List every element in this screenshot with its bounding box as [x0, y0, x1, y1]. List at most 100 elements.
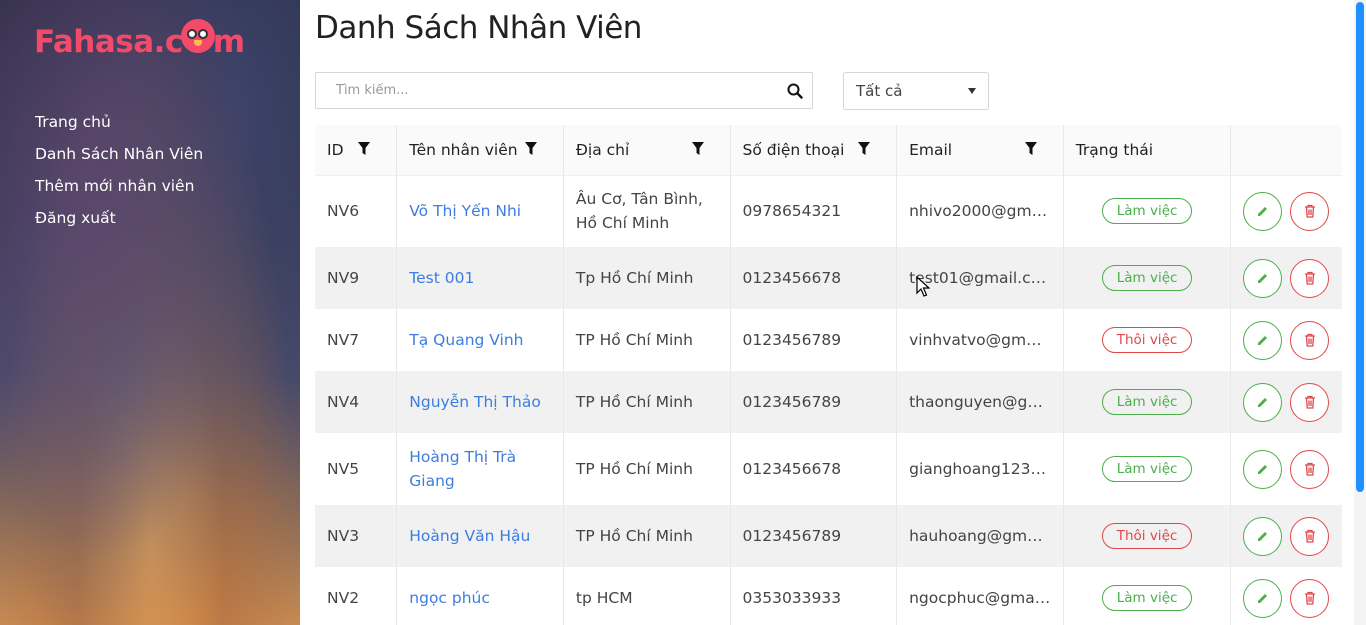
cell-id: NV6: [315, 175, 398, 247]
header-label: Tên nhân viên: [409, 140, 518, 159]
cell-email: vinhvatvo@gmail.com: [896, 309, 1064, 371]
header-name[interactable]: Tên nhân viên: [396, 125, 564, 176]
table-row: NV2 ngọc phúc tp HCM 0353033933 ngocphuc…: [315, 567, 1342, 625]
edit-button[interactable]: [1243, 258, 1283, 298]
header-phone[interactable]: Số điện thoại: [730, 125, 898, 176]
cell-id: NV7: [315, 309, 398, 371]
edit-button[interactable]: [1243, 382, 1283, 422]
cell-name: Hoàng Thị Trà Giang: [396, 433, 564, 505]
status-badge: Làm việc: [1101, 265, 1193, 291]
table-row: NV7 Tạ Quang Vinh TP Hồ Chí Minh 0123456…: [315, 309, 1342, 371]
filter-icon[interactable]: [358, 142, 371, 160]
nav-item-logout[interactable]: Đăng xuất: [35, 206, 203, 238]
cell-address: TP Hồ Chí Minh: [563, 433, 731, 505]
search-input[interactable]: [316, 73, 778, 108]
filter-icon[interactable]: [858, 142, 871, 160]
cell-name: Nguyễn Thị Thảo: [396, 371, 564, 433]
cell-actions: [1230, 505, 1342, 567]
table-row: NV6 Võ Thị Yến Nhi Âu Cơ, Tân Bình, Hồ C…: [315, 175, 1342, 247]
cell-actions: [1231, 175, 1342, 247]
status-badge: Thôi việc: [1101, 327, 1193, 353]
trash-icon: [1304, 333, 1315, 347]
status-badge: Làm việc: [1101, 389, 1193, 415]
filter-icon[interactable]: [691, 142, 704, 160]
edit-button[interactable]: [1243, 516, 1283, 556]
delete-button[interactable]: [1290, 516, 1330, 556]
cell-id: NV5: [315, 433, 398, 505]
employee-name-link[interactable]: Test 001: [409, 269, 474, 287]
cell-phone: 0123456789: [730, 505, 898, 567]
employee-name-link[interactable]: Nguyễn Thị Thảo: [409, 393, 541, 411]
edit-button[interactable]: [1243, 191, 1283, 231]
cell-address: tp HCM: [563, 567, 731, 625]
cell-phone: 0353033933: [730, 567, 898, 625]
page-title: Danh Sách Nhân Viên: [315, 10, 642, 46]
cell-status: Làm việc: [1063, 247, 1232, 309]
employee-name-link[interactable]: Hoàng Văn Hậu: [409, 527, 530, 545]
fahasa-logo[interactable]: Fahasa.c m: [34, 19, 245, 64]
cell-email: gianghoang123@gmail.com: [896, 433, 1064, 505]
cell-email: ngocphuc@gmail.com: [896, 567, 1064, 625]
status-badge: Làm việc: [1101, 456, 1193, 482]
cell-status: Thôi việc: [1063, 309, 1232, 371]
table-row: NV4 Nguyễn Thị Thảo TP Hồ Chí Minh 01234…: [315, 371, 1342, 433]
status-filter-value: Tất cả: [856, 82, 903, 100]
search-icon[interactable]: [778, 73, 812, 108]
nav-item-add-employee[interactable]: Thêm mới nhân viên: [35, 174, 203, 206]
delete-button[interactable]: [1290, 258, 1330, 298]
edit-button[interactable]: [1243, 578, 1283, 618]
cell-phone: 0123456789: [730, 309, 898, 371]
cell-email: thaonguyen@gmail.com: [896, 371, 1064, 433]
cell-address: TP Hồ Chí Minh: [563, 505, 731, 567]
header-label: Trạng thái: [1075, 140, 1154, 159]
cell-status: Làm việc: [1063, 371, 1232, 433]
cell-name: Tạ Quang Vinh: [396, 309, 564, 371]
header-label: Số điện thoại: [742, 140, 845, 159]
delete-button[interactable]: [1290, 191, 1330, 231]
cell-email: nhivo2000@gmail.com: [896, 175, 1064, 247]
trash-icon: [1304, 395, 1315, 409]
cell-id: NV3: [315, 505, 398, 567]
delete-button[interactable]: [1290, 320, 1330, 360]
caret-down-icon: [968, 88, 976, 94]
filter-icon[interactable]: [1024, 142, 1037, 160]
cell-id: NV2: [315, 567, 398, 625]
cell-status: Làm việc: [1063, 175, 1232, 247]
scrollbar-thumb[interactable]: [1356, 2, 1364, 492]
header-label: Địa chỉ: [575, 140, 630, 159]
page-scrollbar[interactable]: [1354, 0, 1366, 625]
cell-phone: 0123456789: [730, 371, 898, 433]
filter-icon[interactable]: [524, 142, 537, 160]
cell-actions: [1231, 567, 1342, 625]
employee-name-link[interactable]: Hoàng Thị Trà Giang: [409, 448, 516, 490]
employee-name-link[interactable]: ngọc phúc: [409, 589, 490, 607]
edit-button[interactable]: [1243, 320, 1283, 360]
header-status: Trạng thái: [1063, 125, 1232, 176]
pencil-icon: [1257, 336, 1267, 345]
employee-name-link[interactable]: Võ Thị Yến Nhi: [409, 202, 521, 220]
cell-name: Hoàng Văn Hậu: [396, 505, 564, 567]
status-badge: Thôi việc: [1101, 523, 1193, 549]
logo-text-pre: Fahasa.c: [34, 24, 183, 60]
trash-icon: [1304, 271, 1315, 285]
pencil-icon: [1257, 594, 1267, 603]
employee-name-link[interactable]: Tạ Quang Vinh: [409, 331, 523, 349]
edit-button[interactable]: [1243, 449, 1283, 489]
header-actions: [1230, 125, 1342, 176]
cell-status: Làm việc: [1063, 567, 1232, 625]
delete-button[interactable]: [1290, 578, 1330, 618]
cell-phone: 0978654321: [730, 175, 898, 247]
status-filter-select[interactable]: Tất cả: [843, 72, 989, 110]
cell-actions: [1231, 309, 1342, 371]
nav-item-home[interactable]: Trang chủ: [35, 110, 203, 142]
sidebar: Fahasa.c m Trang chủ Danh Sách Nhân Viên…: [0, 0, 300, 625]
cell-id: NV9: [315, 247, 398, 309]
header-label: Email: [909, 140, 953, 159]
header-id[interactable]: ID: [315, 125, 398, 176]
delete-button[interactable]: [1290, 449, 1330, 489]
header-address[interactable]: Địa chỉ: [563, 125, 731, 176]
delete-button[interactable]: [1290, 382, 1330, 422]
cell-address: TP Hồ Chí Minh: [563, 309, 731, 371]
header-email[interactable]: Email: [896, 125, 1064, 176]
nav-item-employee-list[interactable]: Danh Sách Nhân Viên: [35, 142, 203, 174]
